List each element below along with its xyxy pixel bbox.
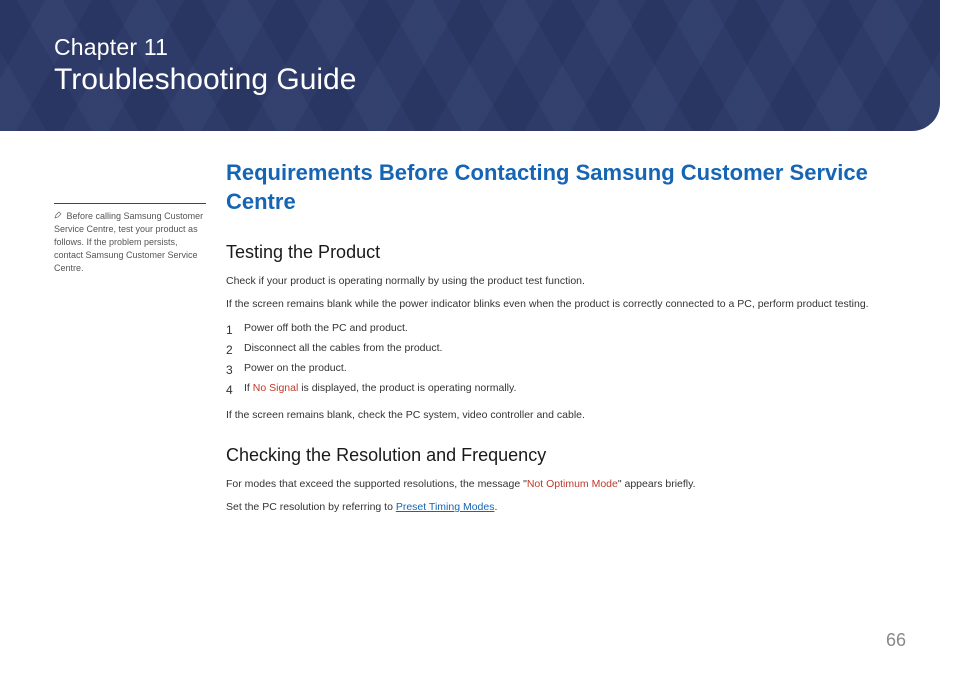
step-4-suffix: is displayed, the product is operating n… xyxy=(298,382,516,394)
section-heading: Requirements Before Contacting Samsung C… xyxy=(226,159,894,216)
step-2: Disconnect all the cables from the produ… xyxy=(226,339,894,359)
resolution-p2: Set the PC resolution by referring to Pr… xyxy=(226,499,894,516)
resolution-p1-red: Not Optimum Mode xyxy=(527,478,618,490)
testing-steps: Power off both the PC and product. Disco… xyxy=(226,319,894,399)
chapter-header: Chapter 11 Troubleshooting Guide xyxy=(0,0,940,131)
page-content: Before calling Samsung Customer Service … xyxy=(0,131,954,516)
testing-section: Testing the Product Check if your produc… xyxy=(226,242,894,423)
resolution-p1: For modes that exceed the supported reso… xyxy=(226,476,894,493)
step-4: If No Signal is displayed, the product i… xyxy=(226,379,894,399)
resolution-p2-suffix: . xyxy=(494,501,497,513)
page-number: 66 xyxy=(886,630,906,651)
preset-timing-modes-link[interactable]: Preset Timing Modes xyxy=(396,501,495,513)
step-1: Power off both the PC and product. xyxy=(226,319,894,339)
resolution-p1-prefix: For modes that exceed the supported reso… xyxy=(226,478,527,490)
step-3: Power on the product. xyxy=(226,359,894,379)
testing-p3: If the screen remains blank, check the P… xyxy=(226,407,894,424)
resolution-p2-prefix: Set the PC resolution by referring to xyxy=(226,501,396,513)
testing-p1: Check if your product is operating norma… xyxy=(226,273,894,290)
sidebar-note-text: Before calling Samsung Customer Service … xyxy=(54,211,203,273)
pencil-icon xyxy=(54,210,64,223)
resolution-section: Checking the Resolution and Frequency Fo… xyxy=(226,445,894,516)
testing-heading: Testing the Product xyxy=(226,242,894,263)
resolution-heading: Checking the Resolution and Frequency xyxy=(226,445,894,466)
sidebar-note: Before calling Samsung Customer Service … xyxy=(54,203,206,275)
step-4-red: No Signal xyxy=(253,382,299,394)
testing-p2: If the screen remains blank while the po… xyxy=(226,296,894,313)
resolution-p1-suffix: " appears briefly. xyxy=(618,478,696,490)
chapter-title: Troubleshooting Guide xyxy=(54,63,940,97)
step-4-prefix: If xyxy=(244,382,253,394)
chapter-number: Chapter 11 xyxy=(54,34,940,61)
